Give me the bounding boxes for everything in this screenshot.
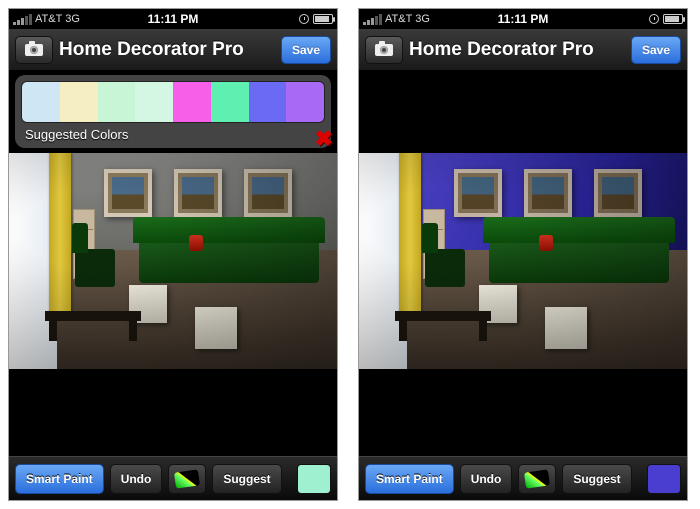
alarm-icon bbox=[649, 14, 659, 24]
screenshot-left: AT&T 3G 11:11 PM Home Decorator Pro Save… bbox=[8, 8, 338, 501]
color-swatches bbox=[21, 81, 325, 123]
battery-icon bbox=[313, 14, 333, 24]
camera-button[interactable] bbox=[365, 36, 403, 64]
screenshot-right: AT&T 3G 11:11 PM Home Decorator Pro Save… bbox=[358, 8, 688, 501]
picture-frame bbox=[244, 169, 292, 217]
swatch[interactable] bbox=[98, 82, 136, 122]
chair bbox=[75, 249, 115, 287]
swatch[interactable] bbox=[249, 82, 287, 122]
swatch[interactable] bbox=[60, 82, 98, 122]
alarm-icon bbox=[299, 14, 309, 24]
close-icon[interactable]: ✖ bbox=[315, 126, 333, 152]
coffee-table bbox=[45, 311, 141, 321]
camera-icon bbox=[375, 44, 393, 56]
suggest-button[interactable]: Suggest bbox=[212, 464, 281, 494]
camera-icon bbox=[25, 44, 43, 56]
picture-frame bbox=[104, 169, 152, 217]
status-bar: AT&T 3G 11:11 PM bbox=[359, 9, 687, 29]
picture-frame bbox=[524, 169, 572, 217]
camera-button[interactable] bbox=[15, 36, 53, 64]
status-time: 11:11 PM bbox=[359, 12, 687, 26]
swatch[interactable] bbox=[211, 82, 249, 122]
swatch[interactable] bbox=[135, 82, 173, 122]
color-preview[interactable] bbox=[297, 464, 331, 494]
page-title: Home Decorator Pro bbox=[59, 39, 275, 61]
swatch[interactable] bbox=[22, 82, 60, 122]
chair bbox=[425, 249, 465, 287]
ottoman bbox=[545, 307, 587, 349]
status-time: 11:11 PM bbox=[9, 12, 337, 26]
toolbar: Smart Paint Undo Suggest bbox=[359, 456, 687, 500]
swatch[interactable] bbox=[173, 82, 211, 122]
page-title: Home Decorator Pro bbox=[409, 39, 625, 61]
couch bbox=[489, 239, 669, 283]
save-button[interactable]: Save bbox=[281, 36, 331, 64]
undo-button[interactable]: Undo bbox=[460, 464, 513, 494]
smart-paint-button[interactable]: Smart Paint bbox=[15, 464, 104, 494]
room-preview[interactable] bbox=[359, 153, 687, 369]
picture-frame bbox=[174, 169, 222, 217]
color-preview[interactable] bbox=[647, 464, 681, 494]
ottoman bbox=[195, 307, 237, 349]
brush-button[interactable] bbox=[518, 464, 556, 494]
undo-button[interactable]: Undo bbox=[110, 464, 163, 494]
room-preview[interactable] bbox=[9, 153, 337, 369]
battery-icon bbox=[663, 14, 683, 24]
smart-paint-button[interactable]: Smart Paint bbox=[365, 464, 454, 494]
suggested-colors-panel: Suggested Colors ✖ bbox=[15, 75, 331, 148]
curtain bbox=[49, 153, 71, 315]
suggest-button[interactable]: Suggest bbox=[562, 464, 631, 494]
picture-frame bbox=[594, 169, 642, 217]
save-button[interactable]: Save bbox=[631, 36, 681, 64]
nav-bar: Home Decorator Pro Save bbox=[359, 29, 687, 71]
curtain bbox=[399, 153, 421, 315]
swatch[interactable] bbox=[286, 82, 324, 122]
picture-frame bbox=[454, 169, 502, 217]
nav-bar: Home Decorator Pro Save bbox=[9, 29, 337, 71]
status-bar: AT&T 3G 11:11 PM bbox=[9, 9, 337, 29]
toolbar: Smart Paint Undo Suggest bbox=[9, 456, 337, 500]
brush-button[interactable] bbox=[168, 464, 206, 494]
coffee-table bbox=[395, 311, 491, 321]
couch bbox=[139, 239, 319, 283]
panel-label: Suggested Colors bbox=[21, 127, 325, 142]
